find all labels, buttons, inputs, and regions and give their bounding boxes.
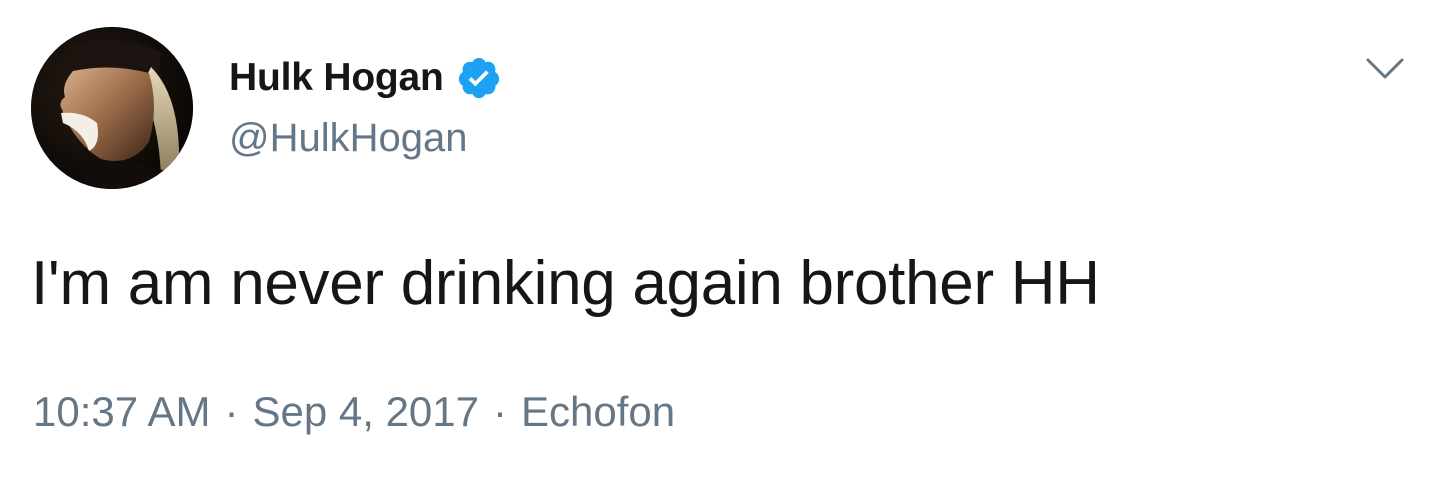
tweet-date[interactable]: Sep 4, 2017 xyxy=(252,388,479,436)
meta-separator: · xyxy=(493,388,507,435)
avatar-photo-icon xyxy=(31,27,193,189)
verified-badge-icon xyxy=(456,55,502,101)
author-handle[interactable]: @HulkHogan xyxy=(229,116,468,161)
author-display-name[interactable]: Hulk Hogan xyxy=(229,56,444,100)
meta-separator: · xyxy=(224,388,239,435)
avatar[interactable] xyxy=(31,27,193,189)
tweet-card: Hulk Hogan @HulkHogan I'm am never drink… xyxy=(0,0,1440,480)
tweet-text: I'm am never drinking again brother HH xyxy=(31,249,1100,318)
tweet-source[interactable]: Echofon xyxy=(521,388,675,436)
author-name-row: Hulk Hogan xyxy=(229,50,502,106)
tweet-metadata: 10:37 AM · Sep 4, 2017 · Echofon xyxy=(33,388,675,436)
tweet-time[interactable]: 10:37 AM xyxy=(33,388,210,436)
chevron-down-icon[interactable] xyxy=(1364,54,1406,84)
